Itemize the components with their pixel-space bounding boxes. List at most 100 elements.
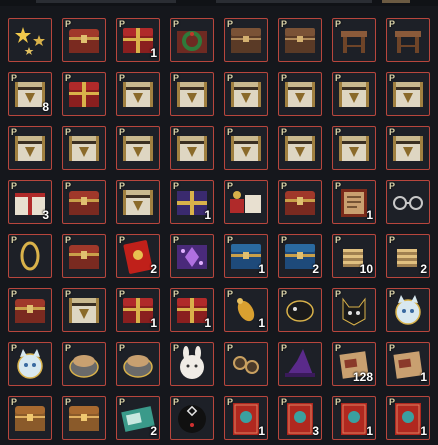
inventory-slot[interactable]: P <box>8 126 52 170</box>
item-count: 1 <box>258 316 265 330</box>
item-count: 2 <box>150 424 157 438</box>
inventory-slot[interactable]: P <box>170 396 214 440</box>
inventory-slot[interactable]: P <box>278 342 322 386</box>
toolbar-button[interactable] <box>382 0 410 3</box>
inventory-slot[interactable]: P <box>278 72 322 116</box>
premium-marker: P <box>227 235 234 245</box>
inventory-slot[interactable]: P <box>8 288 52 332</box>
top-toolbar <box>0 0 438 6</box>
inventory-slot[interactable]: P <box>332 288 376 332</box>
inventory-slot[interactable]: P3 <box>278 396 322 440</box>
inventory-slot[interactable]: P <box>62 396 106 440</box>
inventory-slot[interactable]: P <box>224 180 268 224</box>
inventory-slot[interactable]: P1 <box>386 342 430 386</box>
inventory-slot[interactable]: P <box>116 342 160 386</box>
inventory-slot[interactable]: P <box>8 396 52 440</box>
inventory-slot[interactable]: P <box>224 72 268 116</box>
premium-marker: P <box>335 343 342 353</box>
premium-marker: P <box>65 289 72 299</box>
item-count: 1 <box>204 316 211 330</box>
inventory-slot[interactable]: P <box>62 126 106 170</box>
inventory-slot[interactable]: P <box>170 234 214 278</box>
inventory-slot[interactable]: P <box>386 288 430 332</box>
premium-marker: P <box>119 289 126 299</box>
inventory-slot[interactable]: P3 <box>8 180 52 224</box>
premium-marker: P <box>389 289 396 299</box>
inventory-slot[interactable]: P <box>62 72 106 116</box>
inventory-slot[interactable]: P2 <box>116 234 160 278</box>
premium-marker: P <box>281 127 288 137</box>
item-count: 2 <box>312 262 319 276</box>
inventory-slot[interactable]: P1 <box>170 180 214 224</box>
inventory-slot[interactable]: P8 <box>8 72 52 116</box>
inventory-slot[interactable]: P1 <box>224 288 268 332</box>
premium-marker: P <box>227 127 234 137</box>
inventory-slot[interactable]: P <box>386 126 430 170</box>
inventory-slot[interactable]: P2 <box>278 234 322 278</box>
premium-marker: P <box>227 343 234 353</box>
premium-marker: P <box>65 181 72 191</box>
inventory-row: P8PPPPPPP <box>8 72 432 118</box>
premium-marker: P <box>119 181 126 191</box>
inventory-slot[interactable]: P <box>386 18 430 62</box>
inventory-slot[interactable]: P1 <box>224 396 268 440</box>
inventory-slot[interactable]: P <box>332 72 376 116</box>
inventory-slot[interactable]: P1 <box>116 18 160 62</box>
inventory-slot[interactable]: P1 <box>386 396 430 440</box>
premium-marker: P <box>65 127 72 137</box>
premium-marker: P <box>335 19 342 29</box>
inventory-slot[interactable]: P <box>8 342 52 386</box>
inventory-slot[interactable]: P1 <box>332 180 376 224</box>
inventory-slot[interactable]: P <box>332 18 376 62</box>
item-count: 2 <box>150 262 157 276</box>
premium-marker: P <box>173 289 180 299</box>
inventory-slot[interactable]: P2 <box>116 396 160 440</box>
inventory-row: PPPPPPPP <box>8 126 432 172</box>
inventory-slot[interactable] <box>8 18 52 62</box>
premium-marker: P <box>389 181 396 191</box>
toolbar-field-right[interactable] <box>216 0 372 3</box>
inventory-slot[interactable]: P <box>170 18 214 62</box>
inventory-slot[interactable]: P <box>116 72 160 116</box>
inventory-slot[interactable]: P <box>62 288 106 332</box>
premium-marker: P <box>173 19 180 29</box>
inventory-slot[interactable]: P <box>278 180 322 224</box>
inventory-slot[interactable]: P <box>224 126 268 170</box>
inventory-slot[interactable]: P 128 <box>332 342 376 386</box>
premium-marker: P <box>335 397 342 407</box>
item-count: 2 <box>420 262 427 276</box>
inventory-slot[interactable]: P <box>278 288 322 332</box>
inventory-slot[interactable]: P1 <box>224 234 268 278</box>
inventory-slot[interactable]: P 10 <box>332 234 376 278</box>
inventory-slot[interactable]: P <box>62 342 106 386</box>
item-count: 128 <box>352 370 373 384</box>
premium-marker: P <box>11 397 18 407</box>
inventory-slot[interactable]: P <box>116 126 160 170</box>
inventory-slot[interactable]: P <box>224 18 268 62</box>
inventory-slot[interactable]: P <box>170 342 214 386</box>
inventory-slot[interactable]: P <box>62 180 106 224</box>
inventory-slot[interactable]: P <box>224 342 268 386</box>
inventory-slot[interactable]: P <box>170 126 214 170</box>
inventory-slot[interactable]: P <box>62 18 106 62</box>
inventory-slot[interactable]: P2 <box>386 234 430 278</box>
premium-marker: P <box>227 289 234 299</box>
inventory-slot[interactable]: P1 <box>116 288 160 332</box>
inventory-slot[interactable]: P1 <box>170 288 214 332</box>
inventory-slot[interactable]: P <box>278 126 322 170</box>
item-count: 1 <box>150 316 157 330</box>
inventory-slot[interactable]: P <box>278 18 322 62</box>
inventory-row: PPP1P1P1PPP <box>8 288 432 334</box>
inventory-slot[interactable]: P <box>386 72 430 116</box>
inventory-slot[interactable]: P <box>62 234 106 278</box>
inventory-slot[interactable]: P <box>332 126 376 170</box>
premium-marker: P <box>227 397 234 407</box>
premium-marker: P <box>335 127 342 137</box>
inventory-slot[interactable]: P <box>116 180 160 224</box>
premium-marker: P <box>119 127 126 137</box>
inventory-slot[interactable]: P <box>386 180 430 224</box>
toolbar-field-left[interactable] <box>36 0 176 3</box>
inventory-slot[interactable]: P1 <box>332 396 376 440</box>
inventory-slot[interactable]: P <box>170 72 214 116</box>
inventory-slot[interactable]: P <box>8 234 52 278</box>
